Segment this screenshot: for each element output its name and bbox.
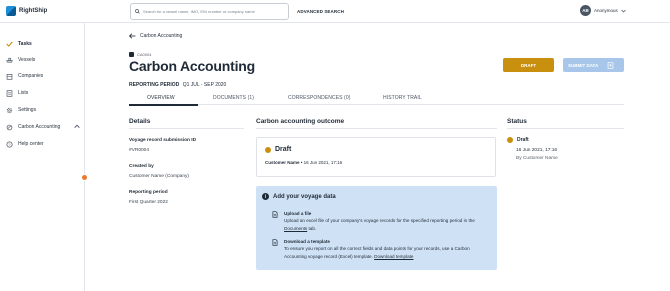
search-input[interactable] bbox=[143, 9, 288, 14]
download-template-description: To ensure you report on all the correct … bbox=[284, 245, 489, 260]
info-heading-label: Add your voyage data bbox=[273, 193, 336, 200]
search-box[interactable] bbox=[130, 3, 289, 20]
outcome-status: Draft bbox=[265, 146, 291, 153]
document-icon bbox=[129, 52, 134, 57]
page-title: Carbon Accounting bbox=[129, 58, 255, 74]
download-template-title: Download a template bbox=[284, 239, 330, 244]
top-bar: RightShip ADVANCED SEARCH AB Anonymous bbox=[0, 0, 670, 23]
arrow-left-icon bbox=[129, 33, 136, 39]
sidebar-item-settings[interactable]: Settings bbox=[0, 104, 85, 116]
leaf-icon bbox=[6, 124, 13, 131]
status-heading: Status bbox=[507, 118, 527, 125]
back-link[interactable]: Carbon Accounting bbox=[129, 33, 182, 39]
created-by-value: Customer Name (Company) bbox=[129, 174, 189, 179]
status-date: 16 Jun 2021, 17:16 bbox=[516, 148, 558, 153]
case-id: CA0004 bbox=[137, 52, 152, 57]
sidebar-item-label: Carbon Accounting bbox=[18, 124, 61, 130]
sidebar-item-label: Help center bbox=[18, 141, 44, 147]
outcome-date: • 16 Jun 2021, 17:16 bbox=[299, 160, 343, 165]
check-icon bbox=[6, 41, 13, 48]
upload-desc-text: Upload an excel file of your company's v… bbox=[284, 218, 475, 223]
add-voyage-data-card: i Add your voyage data Upload a file Upl… bbox=[256, 186, 497, 270]
svg-text:?: ? bbox=[8, 142, 10, 146]
submission-id-label: Voyage record submission ID bbox=[129, 138, 197, 143]
outcome-divider bbox=[256, 128, 497, 129]
sidebar-item-label: Lists bbox=[18, 90, 29, 96]
gear-icon bbox=[6, 107, 13, 114]
outcome-meta: Customer Name • 16 Jun 2021, 17:16 bbox=[265, 160, 342, 165]
sidebar-collapse-toggle[interactable] bbox=[81, 174, 88, 181]
logo[interactable]: RightShip bbox=[6, 6, 47, 16]
details-heading: Details bbox=[129, 118, 151, 125]
upload-desc-tail: tab. bbox=[307, 225, 317, 231]
status-row: Draft bbox=[507, 137, 529, 143]
case-id-row: CA0004 bbox=[129, 52, 151, 57]
user-menu[interactable]: AB Anonymous bbox=[580, 5, 626, 16]
active-tab-indicator bbox=[129, 104, 198, 106]
documents-link[interactable]: Documents bbox=[284, 226, 307, 231]
chevron-up-icon[interactable] bbox=[74, 124, 80, 129]
reporting-period-label: REPORTING PERIOD bbox=[129, 82, 180, 88]
search-icon bbox=[135, 9, 140, 14]
details-divider bbox=[129, 128, 244, 129]
building-icon bbox=[6, 73, 13, 80]
sidebar-item-tasks[interactable]: Tasks bbox=[0, 38, 85, 50]
sidebar-item-carbon-accounting[interactable]: Carbon Accounting bbox=[0, 121, 85, 133]
download-template-link[interactable]: Download template bbox=[374, 254, 413, 259]
upload-icon bbox=[606, 61, 614, 69]
file-icon bbox=[272, 211, 278, 218]
sidebar-item-vessels[interactable]: Vessels bbox=[0, 54, 85, 66]
status-dot-icon bbox=[265, 146, 271, 153]
sidebar-item-lists[interactable]: Lists bbox=[0, 87, 85, 99]
back-link-label: Carbon Accounting bbox=[140, 33, 183, 39]
reporting-period-field-label: Reporting period bbox=[129, 190, 168, 195]
info-icon: i bbox=[262, 193, 269, 200]
upload-file-description: Upload an excel file of your company's v… bbox=[284, 217, 489, 232]
outcome-author: Customer Name bbox=[265, 160, 300, 165]
draft-button[interactable]: DRAFT bbox=[503, 58, 554, 72]
info-heading: i Add your voyage data bbox=[262, 193, 336, 200]
sidebar-item-companies[interactable]: Companies bbox=[0, 70, 85, 82]
submit-data-button[interactable]: SUBMIT DATA bbox=[563, 58, 624, 72]
sidebar: Tasks Vessels Companies Lists Settings C… bbox=[0, 23, 85, 291]
submission-id-value: #VR0004 bbox=[129, 148, 150, 153]
submit-data-label: SUBMIT DATA bbox=[568, 62, 599, 68]
tab-correspondences[interactable]: CORRESPONDENCES (0) bbox=[288, 95, 350, 101]
status-state: Draft bbox=[517, 137, 529, 143]
advanced-search-link[interactable]: ADVANCED SEARCH bbox=[297, 9, 344, 14]
reporting-period-field-value: First Quarter 2022 bbox=[129, 200, 168, 205]
file-icon bbox=[272, 239, 278, 246]
reporting-period-value: Q1 JUL - SEP 2020 bbox=[182, 82, 227, 88]
reporting-period: REPORTING PERIOD Q1 JUL - SEP 2020 bbox=[129, 82, 226, 88]
sidebar-item-help-center[interactable]: ? Help center bbox=[0, 138, 85, 150]
upload-file-title: Upload a file bbox=[284, 211, 312, 216]
tab-overview[interactable]: OVERVIEW bbox=[147, 95, 175, 101]
created-by-label: Created by bbox=[129, 164, 154, 169]
help-icon: ? bbox=[6, 140, 13, 148]
logo-text: RightShip bbox=[19, 8, 48, 14]
tab-bar: OVERVIEW DOCUMENTS (1) CORRESPONDENCES (… bbox=[129, 93, 624, 105]
status-divider bbox=[507, 128, 624, 129]
tab-documents[interactable]: DOCUMENTS (1) bbox=[213, 95, 254, 101]
user-name: Anonymous bbox=[594, 8, 618, 13]
sidebar-item-label: Tasks bbox=[18, 41, 32, 47]
list-icon bbox=[6, 89, 13, 97]
status-by: By Customer Name bbox=[516, 156, 558, 161]
sidebar-item-label: Vessels bbox=[18, 57, 36, 63]
tab-history-trail[interactable]: HISTORY TRAIL bbox=[383, 95, 422, 101]
sidebar-item-label: Settings bbox=[18, 107, 37, 113]
rightship-logo-icon bbox=[6, 6, 16, 16]
status-entry: Draft 16 Jun 2021, 17:16 By Customer Nam… bbox=[507, 137, 558, 161]
ship-icon bbox=[6, 57, 13, 64]
chevron-down-icon bbox=[621, 9, 626, 13]
outcome-heading: Carbon accounting outcome bbox=[256, 118, 345, 125]
outcome-card: Draft Customer Name • 16 Jun 2021, 17:16 bbox=[256, 137, 496, 177]
avatar: AB bbox=[580, 5, 591, 16]
outcome-status-label: Draft bbox=[275, 146, 292, 153]
sidebar-item-label: Companies bbox=[18, 73, 44, 79]
status-dot-icon bbox=[507, 137, 513, 143]
